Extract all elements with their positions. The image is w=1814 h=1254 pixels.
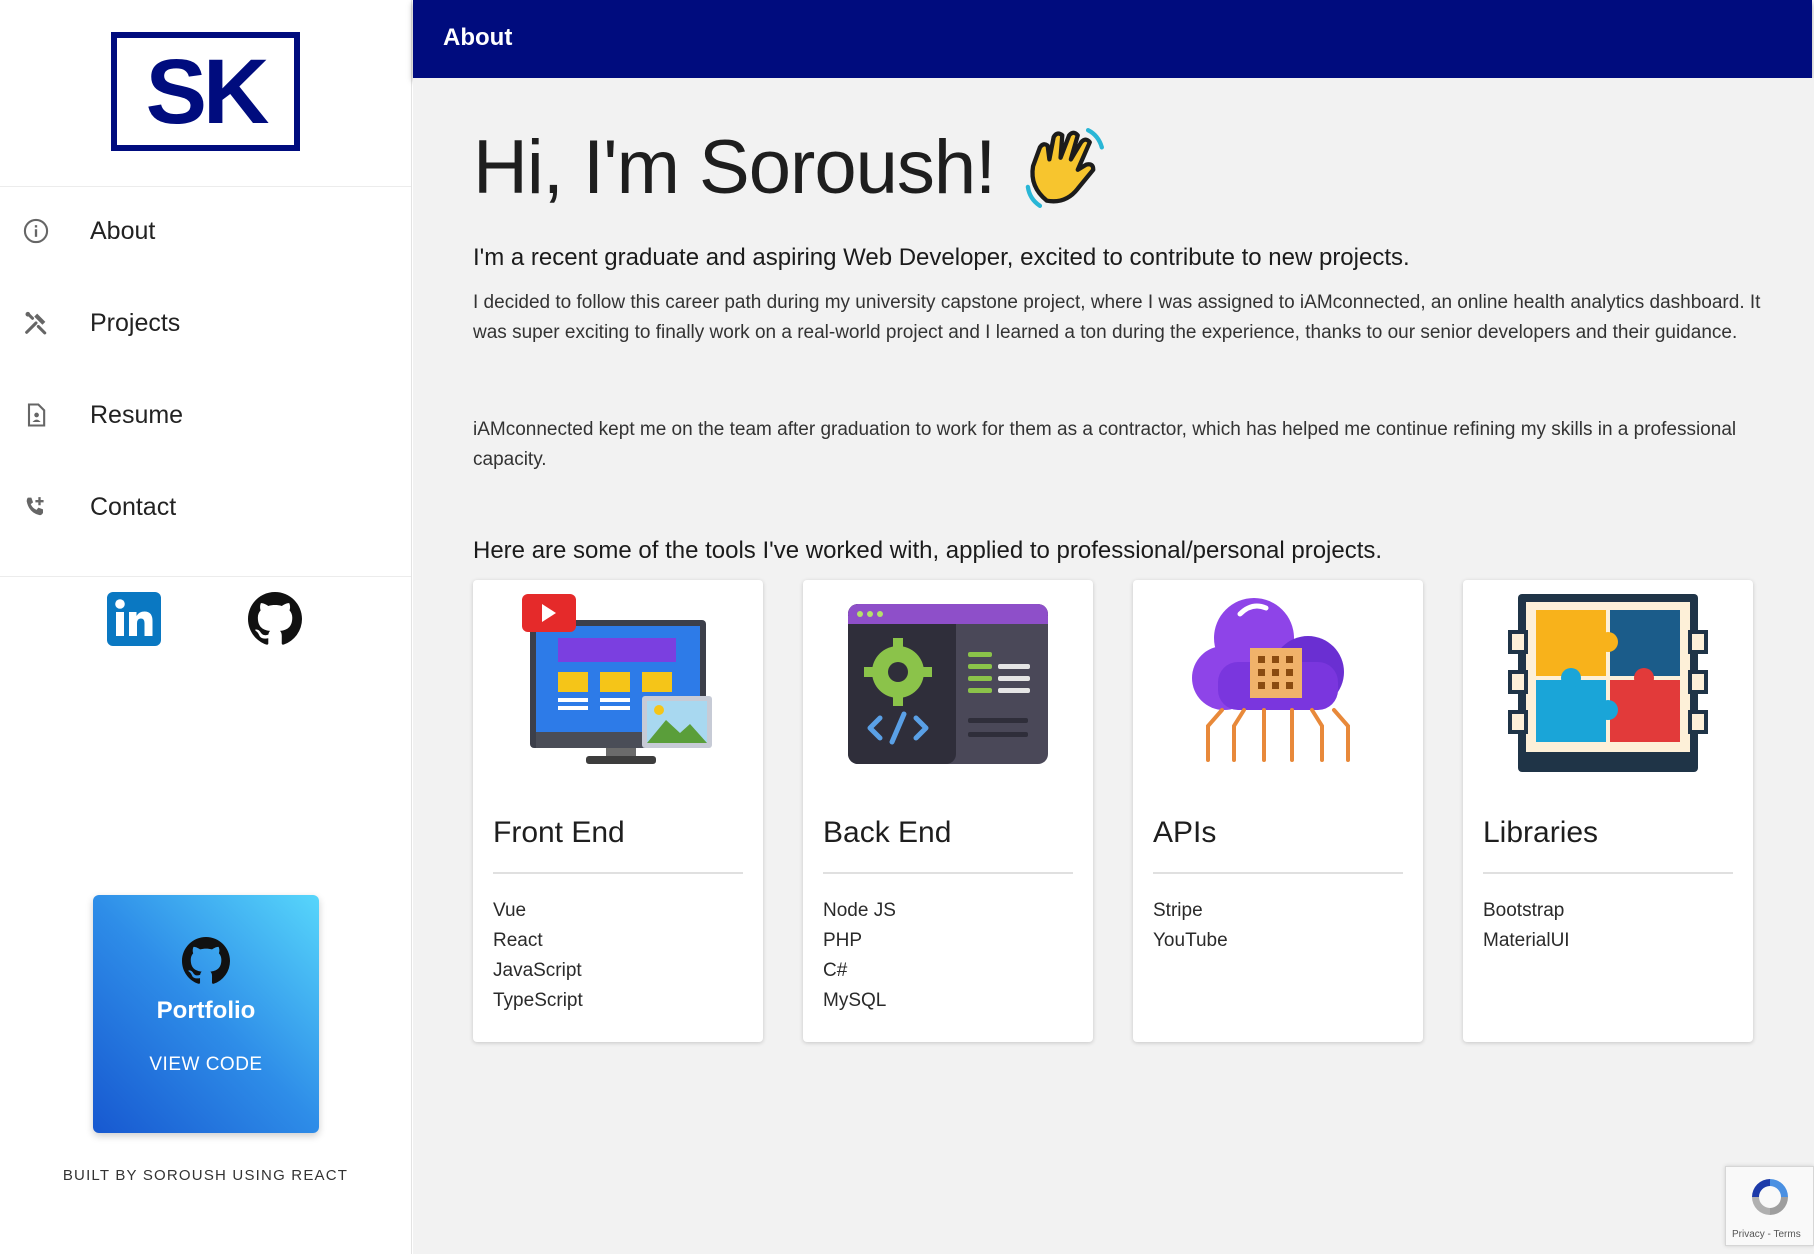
tool-list: Node JS PHP C# MySQL <box>823 896 896 1016</box>
tool-card-front-end: Front End Vue React JavaScript TypeScrip… <box>473 580 763 1042</box>
info-icon <box>23 218 49 244</box>
list-item: TypeScript <box>493 990 583 1011</box>
tool-list: Stripe YouTube <box>1153 896 1228 956</box>
page-title: About <box>443 24 513 51</box>
sidebar-item-about[interactable]: About <box>0 186 411 276</box>
card-title: Front End <box>493 816 625 849</box>
greeting-heading: Hi, I'm Soroush! <box>473 124 1107 211</box>
puzzle-illustration <box>1508 594 1708 772</box>
card-divider <box>1153 872 1403 874</box>
card-title: Libraries <box>1483 816 1599 849</box>
tools-icon <box>25 311 47 335</box>
resume-icon <box>27 403 46 427</box>
cloud-chip-illustration <box>1192 598 1350 762</box>
portfolio-card[interactable]: Portfolio VIEW CODE <box>93 895 319 1133</box>
code-window-illustration <box>848 604 1048 764</box>
list-item: PHP <box>823 930 863 951</box>
portfolio-title: Portfolio <box>156 997 256 1024</box>
main-content: Hi, I'm Soroush! I'm a recent graduate a… <box>413 78 1814 1254</box>
list-item: C# <box>823 960 848 981</box>
intro-heading: I'm a recent graduate and aspiring Web D… <box>473 244 1410 271</box>
waving-hand-icon <box>1025 127 1105 208</box>
list-item: Node JS <box>823 900 896 921</box>
list-item: YouTube <box>1153 930 1228 951</box>
sidebar-item-projects[interactable]: Projects <box>0 278 411 368</box>
recaptcha-icon <box>1752 1179 1788 1215</box>
list-item: JavaScript <box>493 960 582 981</box>
logo[interactable]: SK <box>111 32 300 151</box>
list-item: MaterialUI <box>1483 930 1570 951</box>
tool-card-apis: APIs Stripe YouTube <box>1133 580 1423 1042</box>
card-divider <box>823 872 1073 874</box>
linkedin-icon[interactable] <box>107 592 161 646</box>
phone-add-icon <box>26 497 44 516</box>
tool-list: Bootstrap MaterialUI <box>1483 896 1570 956</box>
list-item: Stripe <box>1153 900 1203 921</box>
sidebar-item-contact[interactable]: Contact <box>0 462 411 552</box>
card-divider <box>1483 872 1733 874</box>
tool-card-libraries: Libraries Bootstrap MaterialUI <box>1463 580 1753 1042</box>
logo-text: SK <box>145 40 270 143</box>
greeting-text: Hi, I'm Soroush! <box>473 125 996 210</box>
sidebar-item-label: Contact <box>90 492 177 521</box>
list-item: MySQL <box>823 990 887 1011</box>
sidebar-item-label: About <box>90 216 156 245</box>
list-item: Vue <box>493 900 527 921</box>
about-paragraph: iAMconnected kept me on the team after g… <box>473 419 1737 470</box>
github-icon[interactable] <box>248 592 302 646</box>
monitor-illustration <box>522 594 712 764</box>
recaptcha-terms[interactable]: Privacy - Terms <box>1732 1229 1801 1240</box>
github-icon <box>182 937 230 984</box>
tool-list: Vue React JavaScript TypeScript <box>493 896 583 1016</box>
footer-credit: BUILT BY SOROUSH USING REACT <box>62 1167 349 1184</box>
app-bar: About <box>413 0 1812 78</box>
sidebar-item-resume[interactable]: Resume <box>0 370 411 460</box>
sidebar-divider <box>0 576 411 577</box>
list-item: React <box>493 930 543 951</box>
recaptcha-badge[interactable]: Privacy - Terms <box>1725 1166 1814 1246</box>
sidebar-item-label: Resume <box>90 400 184 429</box>
card-divider <box>493 872 743 874</box>
sidebar: SK About Projects Resume Contact Portfol… <box>0 0 412 1254</box>
tools-heading: Here are some of the tools I've worked w… <box>473 537 1383 564</box>
tool-card-back-end: Back End Node JS PHP C# MySQL <box>803 580 1093 1042</box>
card-title: Back End <box>823 816 952 849</box>
sidebar-item-label: Projects <box>90 308 181 337</box>
card-title: APIs <box>1153 816 1217 849</box>
about-paragraph: I decided to follow this career path dur… <box>473 292 1761 343</box>
view-code-button[interactable]: VIEW CODE <box>93 1054 319 1076</box>
list-item: Bootstrap <box>1483 900 1565 921</box>
